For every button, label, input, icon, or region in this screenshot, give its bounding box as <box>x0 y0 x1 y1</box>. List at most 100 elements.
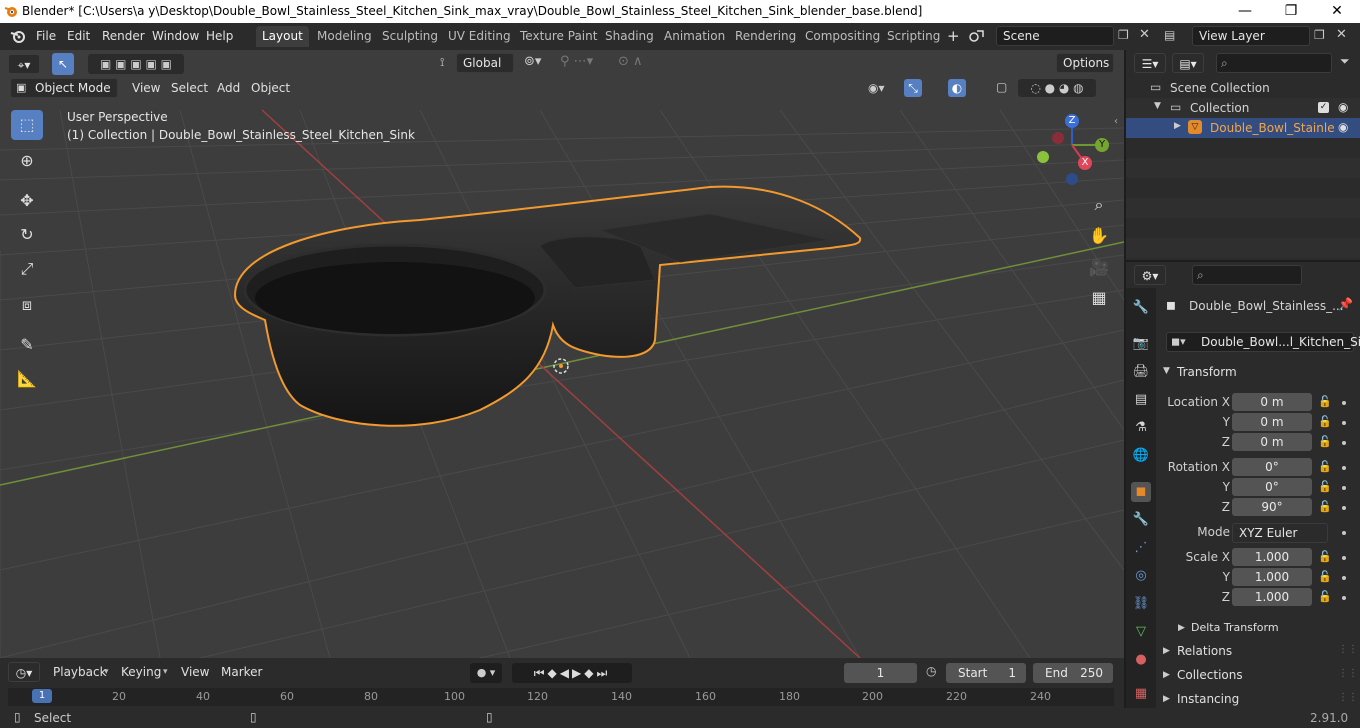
close-button[interactable]: ✕ <box>1314 1 1360 21</box>
proportional-edit-icon[interactable]: ⊙ ∧ <box>618 54 643 69</box>
properties-editor-type-button[interactable]: ⚙▾ <box>1134 265 1166 285</box>
pan-hand-icon[interactable]: ✋ <box>1087 224 1111 248</box>
timeline-editor-type-button[interactable]: ◷▾ <box>8 662 40 682</box>
physics-tab-icon[interactable]: ◎ <box>1131 566 1151 586</box>
keyframe-dot[interactable] <box>1342 576 1346 580</box>
current-frame-field[interactable]: 1 <box>844 663 917 683</box>
drag-handle-icon[interactable]: ⋮⋮ <box>1338 692 1358 703</box>
tab-uv-editing[interactable]: UV Editing <box>442 26 517 47</box>
material-tab-icon[interactable]: ● <box>1131 650 1151 670</box>
lock-icon[interactable]: 🔓 <box>1318 570 1332 583</box>
tool-tab-icon[interactable]: 🔧 <box>1131 298 1151 318</box>
properties-search-input[interactable]: ⌕ <box>1192 265 1302 285</box>
keyframe-dot[interactable] <box>1342 466 1346 470</box>
scale-z-field[interactable]: 1.000 <box>1232 588 1312 606</box>
chevron-right-icon[interactable]: ▶ <box>1163 694 1170 704</box>
timeline-menu-playback[interactable]: Playback <box>53 665 107 679</box>
timeline-menu-marker[interactable]: Marker <box>221 665 262 679</box>
cursor-tool-icon[interactable]: ⊕ <box>11 146 43 176</box>
lock-icon[interactable]: 🔓 <box>1318 550 1332 563</box>
editor-type-button[interactable]: ⌖▾ <box>8 54 40 74</box>
transform-tool-icon[interactable]: ⧈ <box>11 290 43 320</box>
viewport-menu-object[interactable]: Object <box>251 81 290 95</box>
lock-icon[interactable]: 🔓 <box>1318 435 1332 448</box>
collections-header[interactable]: Collections <box>1177 668 1243 682</box>
pin-icon[interactable]: 📌 <box>1338 297 1353 311</box>
view-layer-tab-icon[interactable]: ▤ <box>1131 390 1151 410</box>
location-y-field[interactable]: 0 m <box>1232 413 1312 431</box>
gizmo-toggle-icon[interactable]: ⤡ <box>904 79 922 97</box>
menu-render[interactable]: Render <box>102 29 145 43</box>
keyframe-dot[interactable] <box>1342 531 1346 535</box>
display-mode-button[interactable]: ▤▾ <box>1172 53 1204 73</box>
outliner-row-scene-collection[interactable]: ▭ Scene Collection <box>1126 78 1360 98</box>
maximize-button[interactable]: ❐ <box>1268 1 1314 21</box>
chevron-right-icon[interactable]: ▶ <box>1178 623 1185 633</box>
minimize-button[interactable]: — <box>1222 1 1268 21</box>
output-tab-icon[interactable]: 🖨 <box>1131 362 1151 382</box>
xray-icon[interactable]: ▢ <box>996 80 1007 94</box>
select-box-icon[interactable]: ↖ <box>52 53 74 75</box>
keyframe-dot[interactable] <box>1342 486 1346 490</box>
new-view-layer-icon[interactable]: ❐ <box>1314 28 1325 42</box>
menu-edit[interactable]: Edit <box>67 29 90 43</box>
object-tab-icon[interactable]: ◼ <box>1131 482 1151 502</box>
rotation-z-field[interactable]: 90° <box>1232 498 1312 516</box>
viewport-menu-add[interactable]: Add <box>217 81 240 95</box>
chevron-down-icon[interactable]: ▼ <box>1154 101 1161 111</box>
shading-mode-icons[interactable]: ◌ ● ◕ ◍ <box>1018 79 1096 97</box>
tab-shading[interactable]: Shading <box>599 26 660 47</box>
viewport-menu-view[interactable]: View <box>132 81 160 95</box>
pivot-icon[interactable]: ⊚▾ <box>524 54 541 69</box>
transform-panel-header[interactable]: Transform <box>1177 365 1237 379</box>
rotation-x-field[interactable]: 0° <box>1232 458 1312 476</box>
lock-icon[interactable]: 🔓 <box>1318 590 1332 603</box>
camera-view-icon[interactable]: 🎥 <box>1087 256 1111 280</box>
exclude-checkbox[interactable]: ✓ <box>1318 102 1329 113</box>
keyframe-dot[interactable] <box>1342 421 1346 425</box>
delete-view-layer-icon[interactable]: ✕ <box>1336 27 1347 42</box>
timeline-menu-keying[interactable]: Keying <box>121 665 161 679</box>
rotation-mode-dropdown[interactable]: XYZ Euler <box>1232 523 1328 543</box>
scale-tool-icon[interactable]: ⤢ <box>11 254 43 284</box>
keyframe-dot[interactable] <box>1342 401 1346 405</box>
3d-viewport[interactable]: Z Y X ⌖▾ ↖ ▣ ▣ ▣ ▣ ▣ ⟟ Global ⊚▾ ⚲ ⋯▾ ⊙ … <box>0 50 1124 658</box>
viewport-menu-select[interactable]: Select <box>171 81 208 95</box>
tab-rendering[interactable]: Rendering <box>729 26 802 47</box>
keyframe-dot[interactable] <box>1342 596 1346 600</box>
zoom-icon[interactable]: ⌕ <box>1087 193 1111 217</box>
delete-scene-icon[interactable]: ✕ <box>1139 27 1150 42</box>
new-scene-icon[interactable]: ❐ <box>1118 28 1129 42</box>
eye-icon[interactable]: ◉ <box>1338 100 1348 114</box>
view-layer-icon[interactable]: ▤ <box>1164 28 1175 42</box>
lock-icon[interactable]: 🔓 <box>1318 395 1332 408</box>
visibility-icon[interactable]: ◉▾ <box>868 81 885 95</box>
measure-tool-icon[interactable]: 📐 <box>11 364 43 394</box>
scene-tab-icon[interactable]: ⚗ <box>1131 418 1151 438</box>
world-tab-icon[interactable]: 🌐 <box>1131 446 1151 466</box>
scale-x-field[interactable]: 1.000 <box>1232 548 1312 566</box>
playback-controls[interactable]: ⏮◆◀▶◆⏭ <box>512 663 632 683</box>
lock-icon[interactable]: 🔓 <box>1318 480 1332 493</box>
gizmo-y[interactable]: Y <box>1095 138 1109 152</box>
timeline-menu-view[interactable]: View <box>181 665 209 679</box>
tab-layout[interactable]: Layout <box>256 26 309 47</box>
select-tool-icon[interactable]: ⬚ <box>11 110 43 140</box>
perspective-grid-icon[interactable]: ▦ <box>1087 286 1111 310</box>
particles-tab-icon[interactable]: ⋰ <box>1131 538 1151 558</box>
keyframe-dot[interactable] <box>1342 556 1346 560</box>
eye-icon[interactable]: ◉ <box>1338 120 1348 134</box>
view-layer-field[interactable]: View Layer <box>1192 26 1310 46</box>
options-dropdown[interactable]: Options <box>1056 53 1114 73</box>
delta-transform-header[interactable]: Delta Transform <box>1191 621 1279 634</box>
tab-scripting[interactable]: Scripting <box>881 26 946 47</box>
location-z-field[interactable]: 0 m <box>1232 433 1312 451</box>
gizmo-z[interactable]: Z <box>1065 114 1079 128</box>
chevron-right-icon[interactable]: ▶ <box>1174 121 1181 131</box>
scene-icon[interactable] <box>968 28 986 44</box>
texture-tab-icon[interactable]: ▦ <box>1131 684 1151 704</box>
scale-y-field[interactable]: 1.000 <box>1232 568 1312 586</box>
modifier-tab-icon[interactable]: 🔧 <box>1131 510 1151 530</box>
rotate-tool-icon[interactable]: ↻ <box>11 220 43 250</box>
add-workspace-button[interactable]: + <box>947 27 960 45</box>
